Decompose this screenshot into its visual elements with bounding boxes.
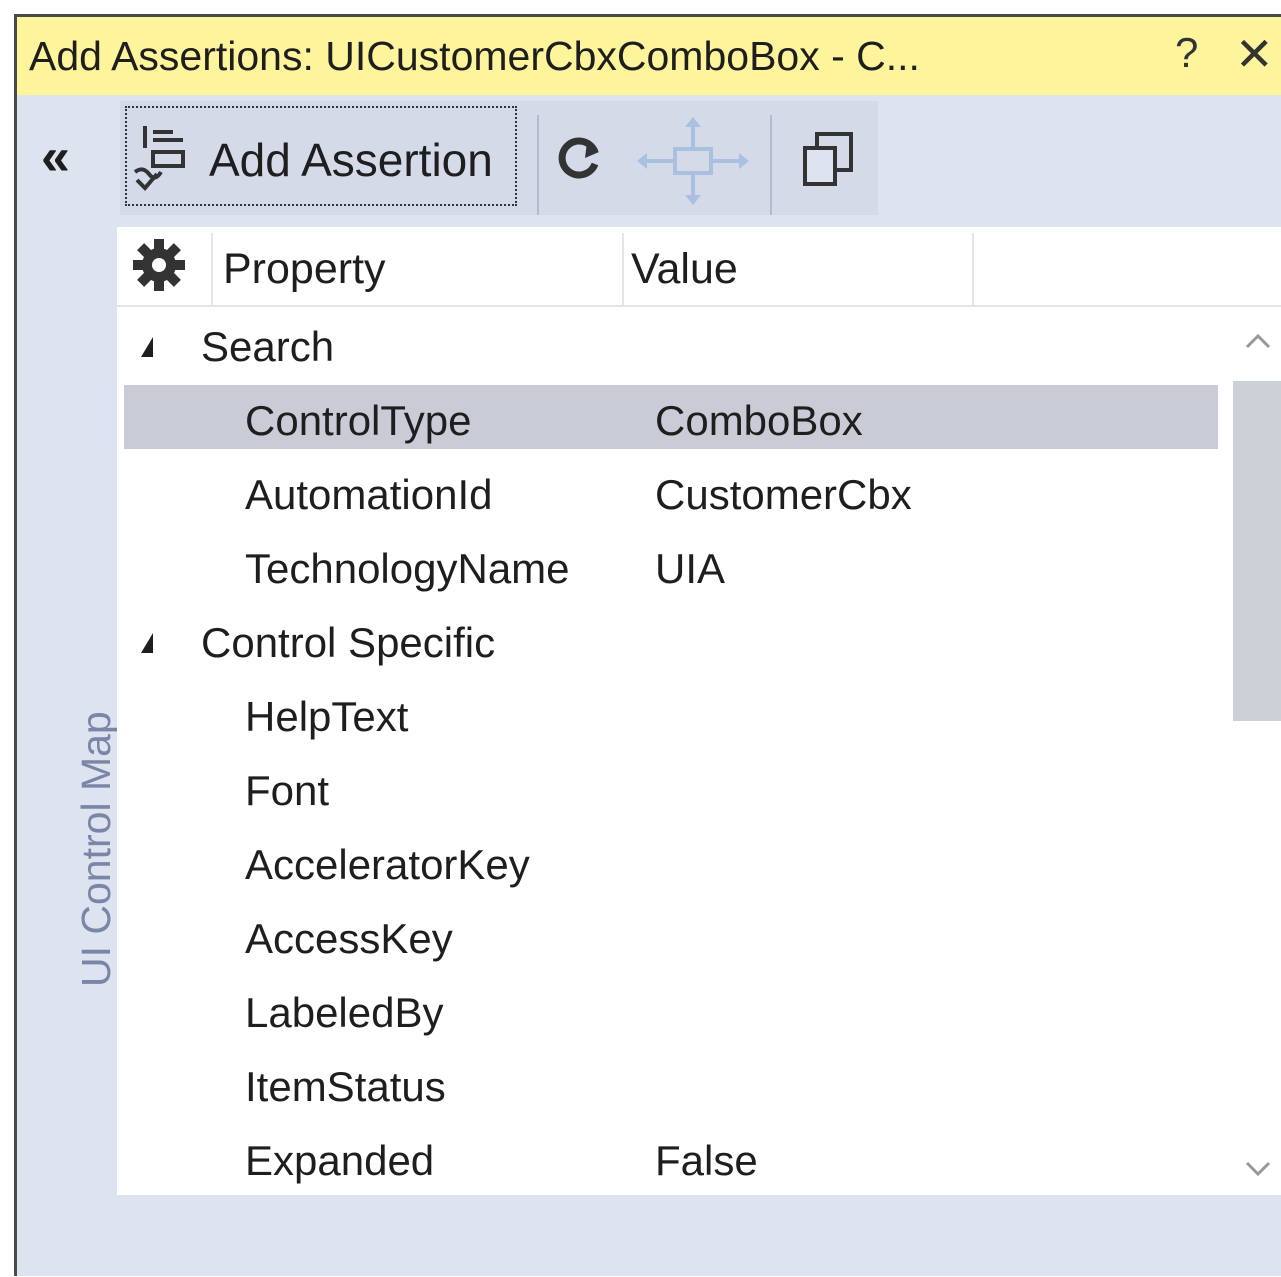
column-header-value[interactable]: Value: [631, 245, 738, 294]
property-name: TechnologyName: [245, 545, 570, 592]
sidebar-label: UI Control Map: [73, 711, 119, 987]
header-separator[interactable]: [622, 233, 624, 305]
category-row-search[interactable]: Search: [117, 309, 1217, 379]
category-label: Search: [201, 323, 335, 370]
property-row-helptext[interactable]: HelpText: [117, 679, 1217, 749]
property-name: AccessKey: [245, 915, 453, 962]
property-row-labeledby[interactable]: LabeledBy: [117, 975, 1217, 1045]
add-assertion-label: Add Assertion: [209, 134, 493, 186]
header-separator[interactable]: [972, 233, 974, 305]
property-value: False: [655, 1137, 758, 1184]
property-name: HelpText: [245, 693, 409, 740]
property-name: AcceleratorKey: [245, 841, 530, 888]
collapse-map-button[interactable]: «: [41, 131, 70, 183]
title-bar[interactable]: Add Assertions: UICustomerCbxComboBox - …: [17, 17, 1281, 95]
expanded-triangle-icon[interactable]: [141, 337, 153, 357]
property-row-acceleratorkey[interactable]: AcceleratorKey: [117, 827, 1217, 897]
property-name: ItemStatus: [245, 1063, 446, 1110]
property-value: UIA: [655, 545, 726, 592]
property-row-expanded[interactable]: Expanded False: [117, 1123, 1217, 1193]
grid-header: Property Value: [117, 227, 1281, 307]
property-row-accesskey[interactable]: AccessKey: [117, 901, 1217, 971]
add-assertions-window: Add Assertions: UICustomerCbxComboBox - …: [14, 14, 1281, 1276]
property-grid: Property Value Search ControlType ComboB…: [117, 227, 1281, 1195]
toolbar-separator: [537, 115, 539, 215]
scroll-up-icon[interactable]: [1245, 333, 1271, 354]
toolbar-separator: [770, 115, 772, 215]
property-row-itemstatus[interactable]: ItemStatus: [117, 1049, 1217, 1119]
copy-icon[interactable]: [801, 130, 857, 195]
help-button[interactable]: ?: [1175, 29, 1198, 77]
header-separator: [211, 233, 213, 305]
gear-icon[interactable]: [131, 237, 187, 298]
property-name: ControlType: [245, 397, 472, 444]
property-row-automationid[interactable]: AutomationId CustomerCbx: [117, 457, 1217, 527]
column-header-property[interactable]: Property: [223, 245, 386, 294]
close-button[interactable]: ✕: [1235, 27, 1274, 81]
property-row-controltype[interactable]: ControlType ComboBox: [117, 383, 1218, 453]
category-row-control-specific[interactable]: Control Specific: [117, 605, 1217, 675]
expanded-triangle-icon[interactable]: [141, 633, 153, 653]
category-label: Control Specific: [201, 619, 496, 666]
property-name: AutomationId: [245, 471, 493, 518]
scroll-down-icon[interactable]: [1245, 1161, 1271, 1182]
window-title: Add Assertions: UICustomerCbxComboBox - …: [29, 33, 920, 79]
add-assertion-icon: [131, 122, 197, 197]
ui-control-map-sidebar[interactable]: UI Control Map: [17, 227, 119, 1277]
property-name: Expanded: [245, 1137, 435, 1184]
property-name: Font: [245, 767, 330, 814]
toolbar: « Add Assertion: [17, 95, 1281, 227]
property-name: LabeledBy: [245, 989, 444, 1036]
vertical-scrollbar[interactable]: [1227, 309, 1281, 1195]
property-row-font[interactable]: Font: [117, 753, 1217, 823]
move-icon: [637, 117, 749, 210]
property-row-technologyname[interactable]: TechnologyName UIA: [117, 531, 1217, 601]
refresh-icon[interactable]: [553, 132, 605, 189]
property-value: ComboBox: [655, 397, 863, 444]
scroll-thumb[interactable]: [1233, 381, 1281, 721]
add-assertion-button[interactable]: Add Assertion: [125, 106, 517, 206]
property-value: CustomerCbx: [655, 471, 912, 518]
